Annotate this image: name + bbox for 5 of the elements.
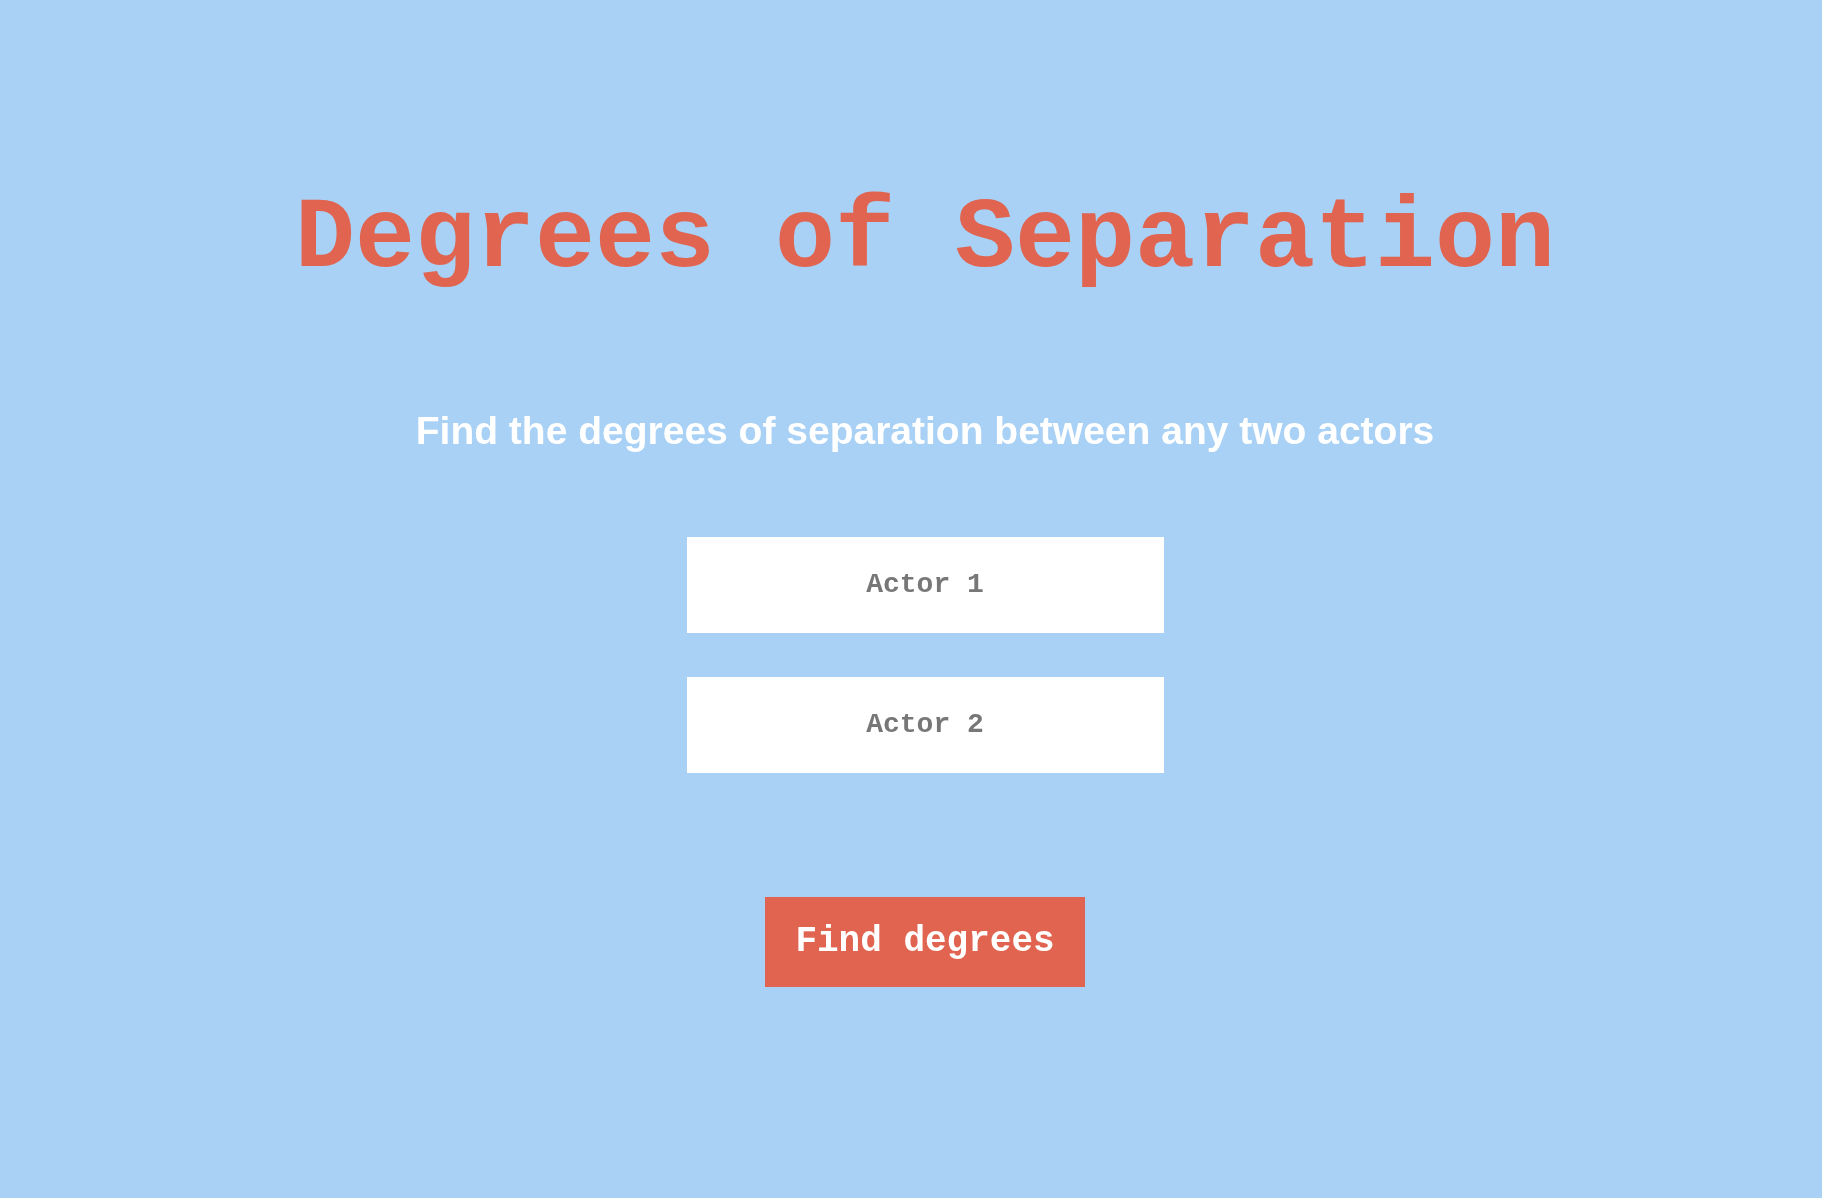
page-title: Degrees of Separation <box>294 182 1556 298</box>
find-degrees-button[interactable]: Find degrees <box>765 896 1085 987</box>
actor-input-field[interactable]: Actor 1 <box>686 536 1164 633</box>
actor-input-field[interactable]: Actor 2 <box>686 676 1164 773</box>
subtitle-text: Find the degrees of separation between any two actors <box>415 408 1435 454</box>
